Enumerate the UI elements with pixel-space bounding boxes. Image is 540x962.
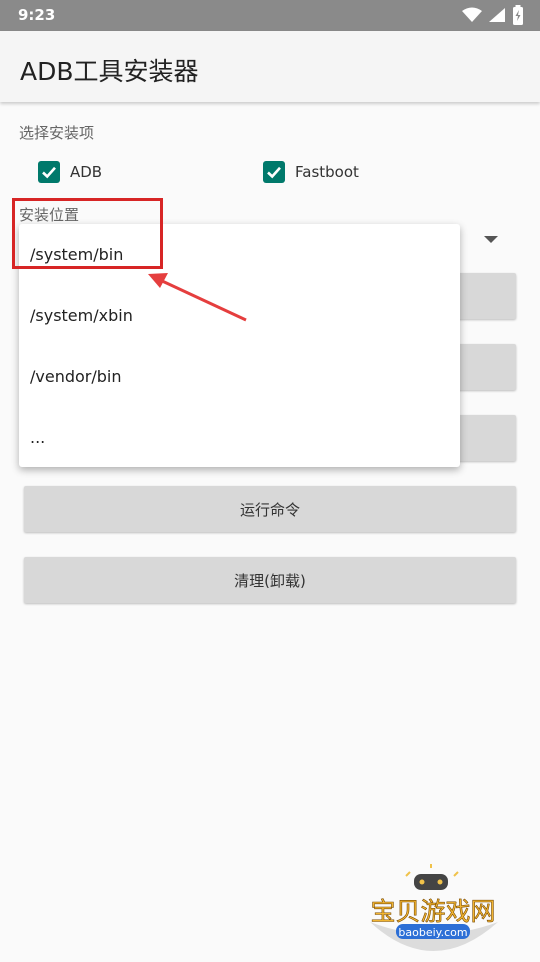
watermark-url: baobeiy.com <box>398 926 467 939</box>
watermark-name: 宝贝游戏网 <box>370 897 495 926</box>
watermark-logo: 宝贝游戏网 baobeiy.com <box>358 862 508 958</box>
annotation-arrow-icon <box>148 273 247 322</box>
